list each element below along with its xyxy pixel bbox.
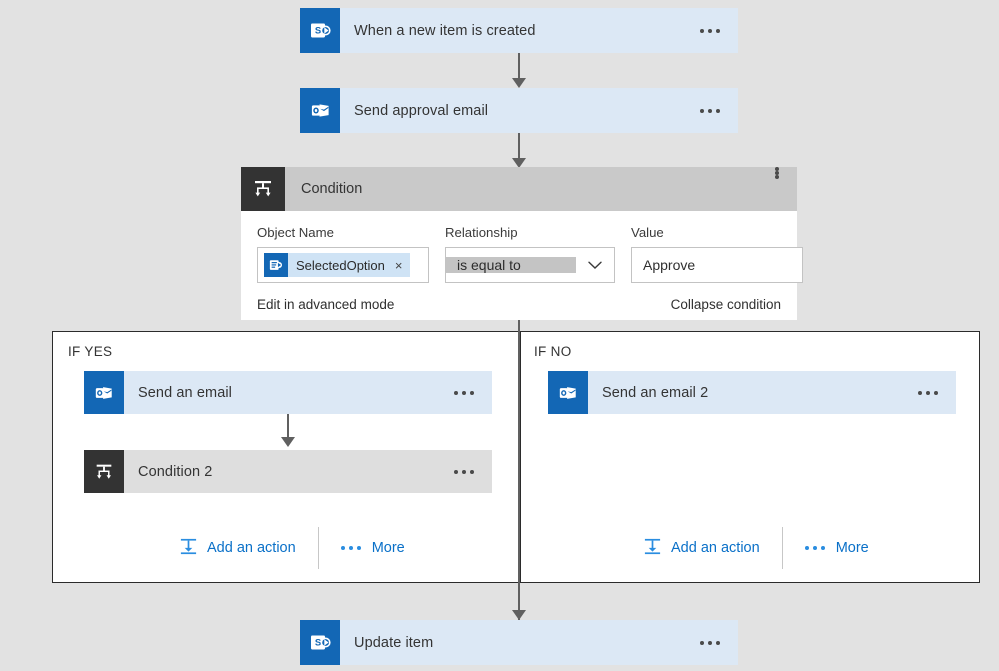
branch-label-if-no: IF NO <box>534 344 572 359</box>
value-input[interactable]: Approve <box>631 247 803 283</box>
connector-line <box>518 133 520 161</box>
condition-header[interactable]: Condition <box>241 167 797 211</box>
field-relationship: Relationship is equal to <box>445 225 615 283</box>
connector-arrow <box>512 78 526 88</box>
card-condition-2[interactable]: Condition 2 <box>84 450 492 493</box>
card-send-approval-email[interactable]: Send approval email <box>300 88 738 133</box>
svg-text:S: S <box>314 638 320 649</box>
add-an-action-button-if-no[interactable]: Add an action <box>643 537 760 560</box>
more-label: More <box>371 540 405 556</box>
more-options-icon[interactable] <box>700 8 738 53</box>
sharepoint-token-icon <box>264 253 288 277</box>
add-an-action-label: Add an action <box>671 540 760 556</box>
add-action-icon <box>643 537 662 560</box>
sharepoint-icon: S <box>300 8 340 53</box>
card-update-item[interactable]: S Update item <box>300 620 738 665</box>
connector-arrow <box>512 610 526 620</box>
more-options-icon[interactable] <box>775 167 797 211</box>
more-button-if-yes[interactable]: More <box>340 540 405 556</box>
flow-designer-canvas: S When a new item is created Send approv… <box>0 0 999 671</box>
card-title: Send an email <box>138 384 232 401</box>
condition-body: Object Name SelectedOption × Relationshi… <box>241 211 803 283</box>
sharepoint-icon: S <box>300 620 340 665</box>
condition-title: Condition <box>301 181 363 197</box>
branch-label-if-yes: IF YES <box>68 344 113 359</box>
connector-line-main <box>518 320 520 626</box>
condition-card: Condition Object Name SelectedOption × R… <box>241 167 803 320</box>
more-options-icon[interactable] <box>700 88 738 133</box>
outlook-icon <box>84 371 124 414</box>
more-dots-icon <box>340 546 361 550</box>
condition-icon <box>241 167 285 211</box>
more-dots-icon <box>804 546 825 550</box>
svg-text:S: S <box>314 26 320 37</box>
object-name-input[interactable]: SelectedOption × <box>257 247 429 283</box>
more-options-icon[interactable] <box>700 620 738 665</box>
divider <box>781 527 783 569</box>
more-button-if-no[interactable]: More <box>804 540 869 556</box>
more-options-icon[interactable] <box>454 371 492 414</box>
card-send-an-email[interactable]: Send an email <box>84 371 492 414</box>
connector-arrow <box>281 437 295 447</box>
field-label: Relationship <box>445 225 518 240</box>
more-options-icon[interactable] <box>454 450 492 493</box>
token-selectedoption[interactable]: SelectedOption × <box>264 253 410 277</box>
more-options-icon[interactable] <box>918 371 956 414</box>
edit-in-advanced-mode-link[interactable]: Edit in advanced mode <box>257 297 394 312</box>
relationship-select[interactable]: is equal to <box>445 247 615 283</box>
outlook-icon <box>548 371 588 414</box>
relationship-value: is equal to <box>446 257 576 273</box>
card-title: Send an email 2 <box>602 384 709 401</box>
add-action-icon <box>179 537 198 560</box>
card-title: Condition 2 <box>138 463 213 480</box>
branch-divider <box>520 332 521 582</box>
card-when-a-new-item-is-created[interactable]: S When a new item is created <box>300 8 738 53</box>
card-send-an-email-2[interactable]: Send an email 2 <box>548 371 956 414</box>
condition-footer: Edit in advanced mode Collapse condition <box>241 283 797 324</box>
divider <box>317 527 319 569</box>
card-title: Update item <box>354 634 434 651</box>
outlook-icon <box>300 88 340 133</box>
chevron-down-icon[interactable] <box>576 260 614 270</box>
token-remove-icon[interactable]: × <box>392 259 406 272</box>
add-action-row-if-yes: Add an action More <box>179 527 405 569</box>
field-label: Object Name <box>257 225 334 240</box>
field-value: Value Approve <box>631 225 803 283</box>
card-title: Send approval email <box>354 102 489 119</box>
condition-icon <box>84 450 124 493</box>
add-an-action-label: Add an action <box>207 540 296 556</box>
add-an-action-button-if-yes[interactable]: Add an action <box>179 537 296 560</box>
field-object-name: Object Name SelectedOption × <box>257 225 429 283</box>
token-label: SelectedOption <box>296 257 385 273</box>
connector-line <box>518 53 520 81</box>
collapse-condition-link[interactable]: Collapse condition <box>671 297 781 312</box>
field-label: Value <box>631 225 664 240</box>
card-title: When a new item is created <box>354 22 536 39</box>
more-label: More <box>835 540 869 556</box>
add-action-row-if-no: Add an action More <box>643 527 869 569</box>
